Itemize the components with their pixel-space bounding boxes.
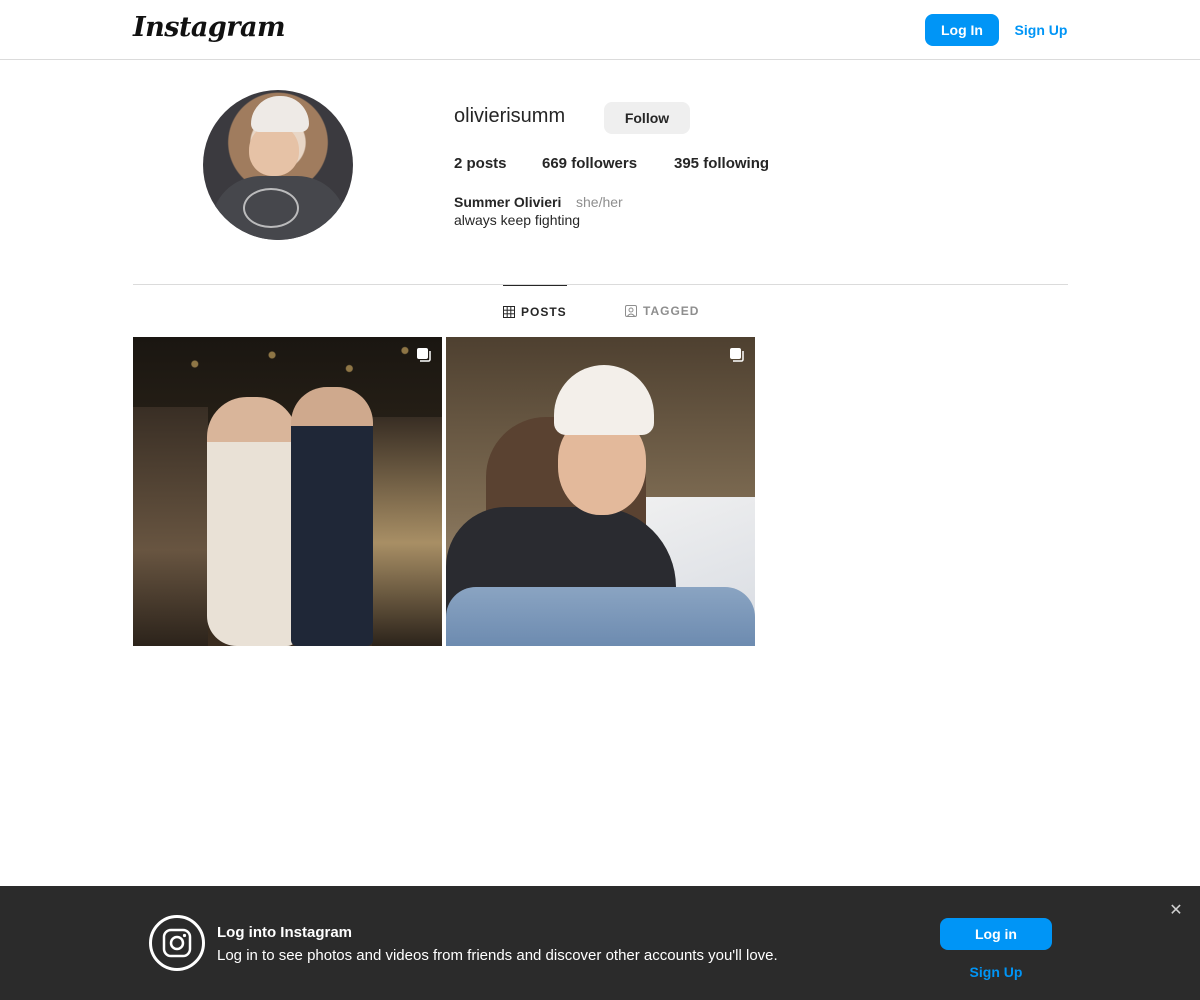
profile-avatar[interactable] (203, 90, 353, 240)
signup-button[interactable]: Sign Up (1006, 14, 1076, 46)
tagged-icon (625, 305, 637, 317)
banner-title: Log into Instagram (217, 924, 352, 941)
login-banner: Log into Instagram Log in to see photos … (0, 886, 1200, 1000)
post-image-bride (207, 397, 297, 646)
tab-tagged-label: TAGGED (643, 304, 700, 318)
multiple-photos-icon (416, 347, 432, 363)
banner-signup-button[interactable]: Sign Up (940, 958, 1052, 986)
avatar-hoodie-print (243, 188, 299, 228)
top-nav: Instagram Log In Sign Up (0, 0, 1200, 60)
following-stat[interactable]: 395 following (674, 155, 769, 172)
tab-posts-label: POSTS (521, 304, 567, 319)
post-thumbnail-selfie[interactable] (446, 337, 755, 646)
banner-text: Log in to see photos and videos from fri… (217, 947, 778, 964)
following-count: 395 (674, 155, 700, 172)
tabs-divider (133, 284, 1068, 285)
posts-label: posts (462, 155, 507, 172)
avatar-beanie (251, 96, 309, 132)
multiple-photos-icon (729, 347, 745, 363)
tab-posts[interactable]: POSTS (503, 285, 567, 337)
login-button[interactable]: Log In (925, 14, 999, 46)
post-image-crowd-left (133, 407, 208, 646)
post-image-jeans (446, 587, 755, 646)
tab-tagged[interactable]: TAGGED (625, 285, 699, 337)
profile-pronouns: she/her (576, 194, 623, 210)
profile-username: olivierisumm (454, 105, 566, 127)
instagram-logo[interactable]: Instagram (133, 12, 286, 43)
followers-label: followers (567, 155, 638, 172)
post-thumbnail-wedding[interactable] (133, 337, 442, 646)
profile-bio: always keep fighting (454, 212, 581, 228)
grid-icon (503, 305, 515, 318)
posts-stat: 2 posts (454, 155, 507, 172)
followers-count: 669 (542, 155, 568, 172)
close-icon[interactable]: ✕ (1166, 900, 1186, 920)
banner-login-button[interactable]: Log in (940, 918, 1052, 950)
post-image-crowd-right (372, 417, 442, 646)
profile-full-name: Summer Olivieri (454, 194, 562, 210)
following-label: following (699, 155, 770, 172)
instagram-icon (149, 915, 205, 971)
post-image-groom (291, 387, 373, 646)
follow-button[interactable]: Follow (604, 102, 690, 134)
followers-stat[interactable]: 669 followers (542, 155, 637, 172)
